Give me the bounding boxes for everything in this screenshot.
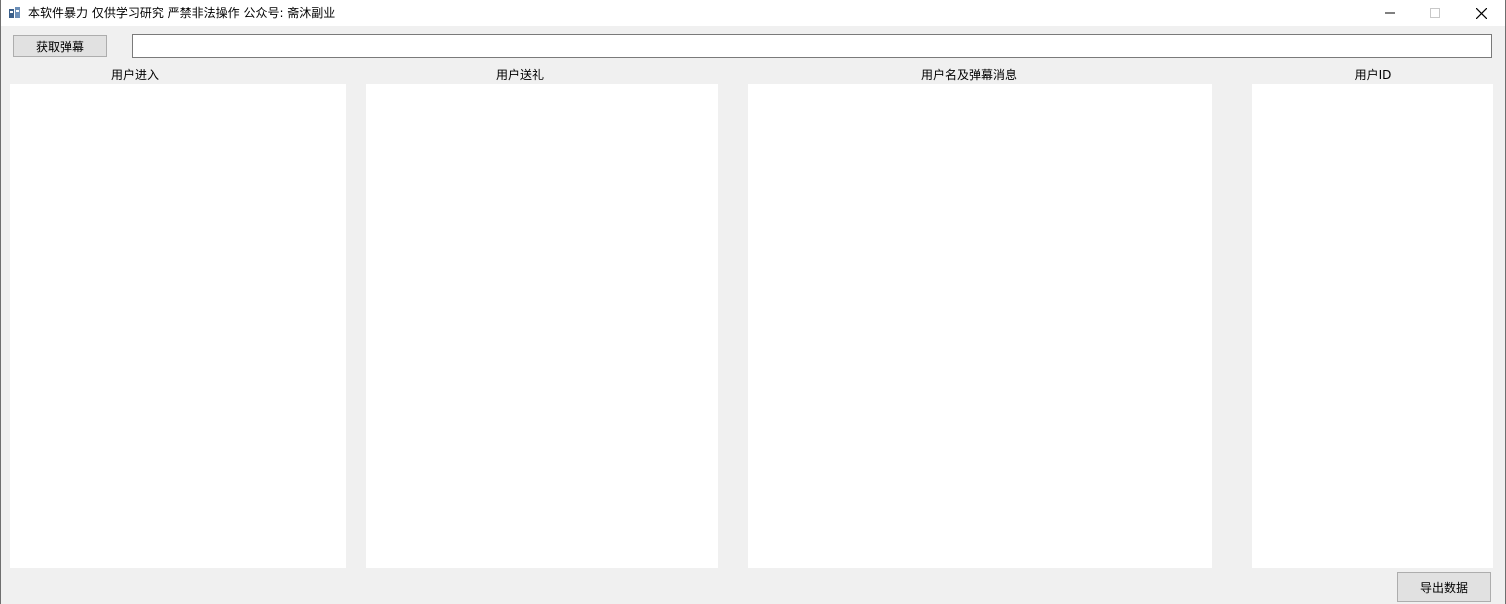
maximize-button[interactable]: [1412, 0, 1458, 26]
room-url-input[interactable]: [132, 34, 1492, 58]
app-icon: [9, 7, 20, 18]
main-window: 本软件暴力 仅供学习研究 严禁非法操作 公众号: 斋沐副业 获取弹幕 用户进入 …: [0, 0, 1506, 604]
minimize-button[interactable]: [1367, 0, 1413, 26]
minimize-icon: [1385, 12, 1395, 14]
export-data-button[interactable]: 导出数据: [1397, 572, 1491, 602]
user-enter-list[interactable]: [10, 84, 346, 568]
column-label-user-enter: 用户进入: [110, 68, 160, 82]
close-button[interactable]: [1458, 0, 1504, 26]
user-id-list[interactable]: [1252, 84, 1493, 568]
column-label-danmaku-messages: 用户名及弹幕消息: [920, 68, 1018, 82]
danmaku-message-list[interactable]: [748, 84, 1212, 568]
fetch-danmaku-button[interactable]: 获取弹幕: [13, 35, 107, 57]
column-label-user-gift: 用户送礼: [495, 68, 545, 82]
close-icon: [1475, 7, 1487, 19]
user-gift-list[interactable]: [366, 84, 718, 568]
title-bar[interactable]: 本软件暴力 仅供学习研究 严禁非法操作 公众号: 斋沐副业: [1, 0, 1505, 26]
maximize-icon: [1430, 8, 1440, 18]
window-title: 本软件暴力 仅供学习研究 严禁非法操作 公众号: 斋沐副业: [28, 6, 336, 20]
column-label-user-id: 用户ID: [1354, 68, 1392, 82]
